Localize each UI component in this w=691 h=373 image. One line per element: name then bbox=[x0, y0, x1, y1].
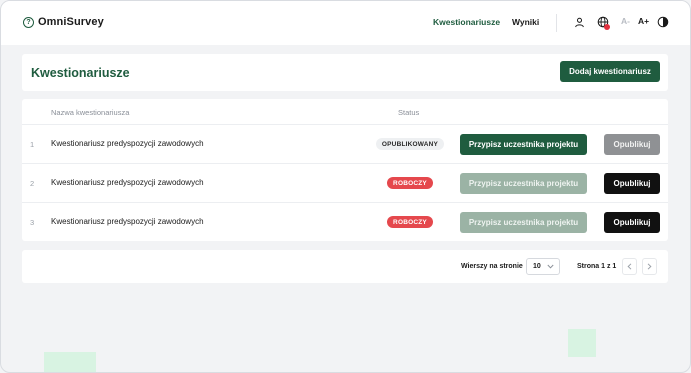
column-header-name: Nazwa kwestionariusza bbox=[51, 108, 130, 117]
status-badge: OPUBLIKOWANY bbox=[376, 138, 444, 150]
publish-button[interactable]: Opublikuj bbox=[604, 212, 660, 233]
chevron-right-icon bbox=[647, 263, 652, 270]
divider bbox=[556, 14, 557, 32]
decorative-shape bbox=[44, 352, 96, 372]
questionnaire-name: Kwestionariusz predyspozycji zawodowych bbox=[51, 139, 204, 148]
nav-wyniki[interactable]: Wyniki bbox=[512, 17, 539, 27]
app-window: ? OmniSurvey Kwestionariusze Wyniki A- A… bbox=[0, 0, 691, 373]
font-decrease-button[interactable]: A- bbox=[621, 16, 630, 26]
contrast-icon[interactable] bbox=[657, 16, 669, 28]
top-bar: ? OmniSurvey Kwestionariusze Wyniki A- A… bbox=[1, 1, 690, 45]
assign-participant-button: Przypisz uczestnika projektu bbox=[460, 212, 587, 233]
table-row: 1 Kwestionariusz predyspozycji zawodowyc… bbox=[22, 124, 668, 163]
nav-kwestionariusze[interactable]: Kwestionariusze bbox=[433, 17, 500, 27]
status-badge: ROBOCZY bbox=[387, 177, 433, 189]
status-badge: ROBOCZY bbox=[387, 216, 433, 228]
row-number: 3 bbox=[30, 218, 35, 227]
page-title: Kwestionariusze bbox=[31, 66, 130, 80]
row-number: 2 bbox=[30, 179, 35, 188]
column-header-status: Status bbox=[398, 108, 420, 117]
assign-participant-button[interactable]: Przypisz uczestnika projektu bbox=[460, 134, 587, 155]
chevron-left-icon bbox=[627, 263, 632, 270]
chevron-down-icon bbox=[547, 264, 554, 269]
brand-logo[interactable]: ? OmniSurvey bbox=[23, 16, 104, 28]
page-header-card: Kwestionariusze Dodaj kwestionariusz bbox=[22, 54, 668, 91]
publish-button[interactable]: Opublikuj bbox=[604, 173, 660, 194]
pagination-bar: Wierszy na stronie 10 Strona 1 z 1 bbox=[22, 250, 668, 283]
decorative-shape bbox=[568, 329, 596, 357]
questionnaire-table: Nazwa kwestionariusza Status 1 Kwestiona… bbox=[22, 99, 668, 241]
rows-per-page-select[interactable]: 10 bbox=[526, 258, 560, 275]
assign-participant-button: Przypisz uczestnika projektu bbox=[460, 173, 587, 194]
brand-name: OmniSurvey bbox=[38, 16, 104, 28]
table-row: 3 Kwestionariusz predyspozycji zawodowyc… bbox=[22, 202, 668, 241]
rows-per-page-label: Wierszy na stronie bbox=[461, 263, 523, 270]
user-icon[interactable] bbox=[573, 16, 585, 28]
rows-per-page-value: 10 bbox=[533, 263, 541, 270]
previous-page-button[interactable] bbox=[622, 258, 637, 275]
page-info: Strona 1 z 1 bbox=[577, 263, 617, 270]
row-number: 1 bbox=[30, 140, 35, 149]
publish-button: Opublikuj bbox=[604, 134, 660, 155]
next-page-button[interactable] bbox=[642, 258, 657, 275]
table-row: 2 Kwestionariusz predyspozycji zawodowyc… bbox=[22, 163, 668, 202]
questionnaire-name: Kwestionariusz predyspozycji zawodowych bbox=[51, 217, 204, 226]
language-flag-icon bbox=[604, 24, 610, 30]
font-increase-button[interactable]: A+ bbox=[638, 16, 649, 26]
questionnaire-name: Kwestionariusz predyspozycji zawodowych bbox=[51, 178, 204, 187]
question-circle-icon: ? bbox=[23, 16, 34, 28]
add-questionnaire-button[interactable]: Dodaj kwestionariusz bbox=[560, 61, 660, 82]
